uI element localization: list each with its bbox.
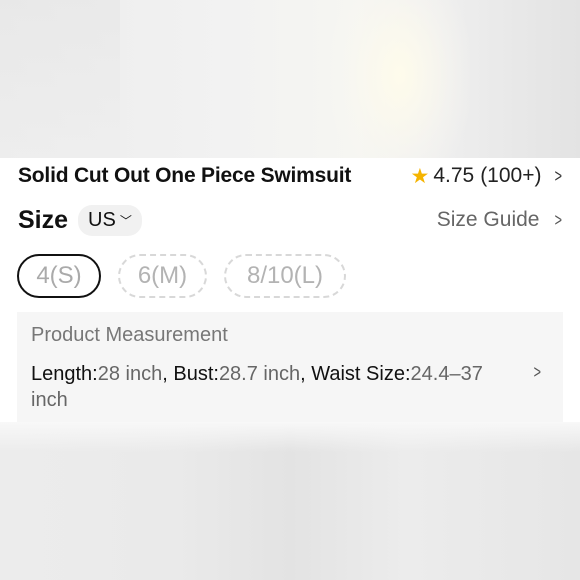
size-option-6m[interactable]: 6(M) — [118, 254, 207, 298]
waist-value: 24.4–37 — [410, 363, 483, 385]
size-guide-link[interactable]: Size Guide > — [437, 208, 564, 232]
measurement-heading: Product Measurement — [31, 324, 228, 346]
size-option-8-10l[interactable]: 8/10(L) — [224, 254, 346, 298]
blurred-content — [0, 422, 580, 580]
size-option-label: 8/10(L) — [246, 262, 324, 289]
size-options: 4(S) 6(M) 8/10(L) — [17, 254, 346, 298]
chevron-right-icon: > — [555, 209, 563, 230]
length-value: 28 inch — [97, 363, 163, 385]
rating-summary[interactable]: ★ 4.75 (100+) > — [410, 164, 564, 189]
size-guide-label: Size Guide — [436, 208, 540, 231]
bust-value: 28.7 inch — [218, 363, 301, 385]
size-option-label: 4(S) — [36, 262, 82, 289]
product-measurement-panel[interactable]: Product Measurement Length:28 inch, Bust… — [17, 312, 563, 422]
rating-value: 4.75 — [433, 164, 475, 187]
size-region-select[interactable]: US ﹀ — [78, 204, 142, 236]
size-option-4s[interactable]: 4(S) — [17, 254, 101, 298]
length-key: Length: — [31, 363, 98, 385]
measurement-details: Length:28 inch, Bust:28.7 inch, Waist Si… — [31, 363, 483, 411]
size-region-value: US — [88, 208, 116, 231]
size-option-label: 6(M) — [137, 262, 188, 289]
product-title: Solid Cut Out One Piece Swimsuit — [18, 164, 352, 187]
product-title-row: Solid Cut Out One Piece Swimsuit ★ 4.75 … — [18, 160, 564, 192]
product-image[interactable] — [0, 0, 580, 158]
waist-key: Waist Size: — [311, 363, 411, 385]
size-header: Size US ﹀ Size Guide > — [18, 202, 564, 238]
star-icon: ★ — [410, 164, 430, 188]
chevron-down-icon: ﹀ — [119, 213, 132, 228]
chevron-right-icon: > — [534, 362, 542, 382]
size-label: Size — [18, 205, 69, 234]
bust-key: Bust: — [173, 363, 219, 385]
chevron-right-icon: > — [555, 165, 563, 186]
waist-unit: inch — [31, 389, 68, 411]
review-count: (100+) — [480, 164, 542, 187]
